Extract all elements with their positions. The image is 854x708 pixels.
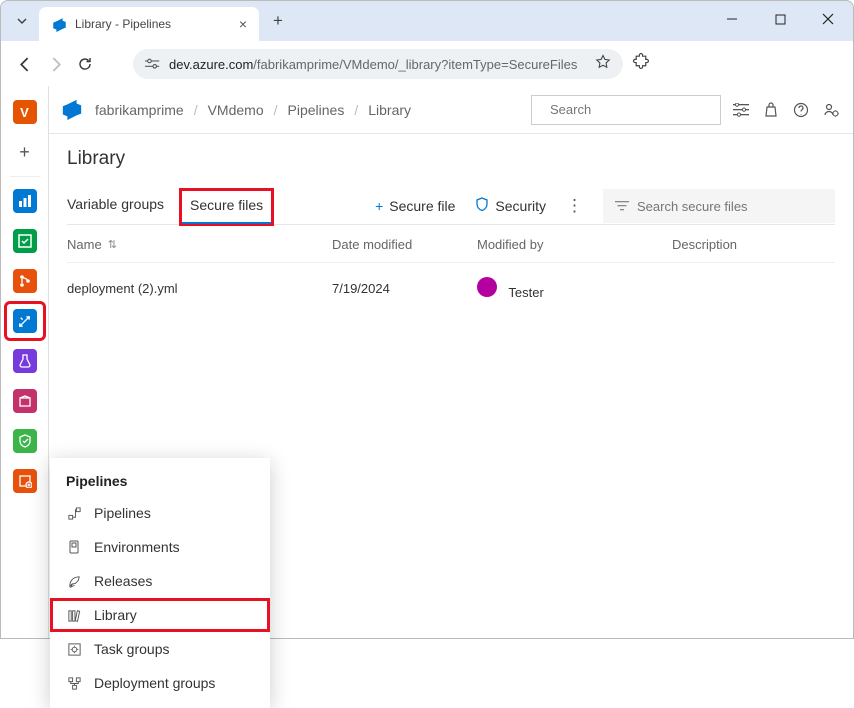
rail-artifacts[interactable] (6, 383, 44, 419)
tab-secure-files[interactable]: Secure files (182, 191, 271, 223)
tab-search-dropdown[interactable] (9, 6, 35, 36)
minimize-icon[interactable] (715, 5, 749, 33)
rail-new[interactable]: + (6, 134, 44, 170)
tab-title: Library - Pipelines (75, 17, 231, 31)
url-text: dev.azure.com/fabrikamprime/VMdemo/_libr… (169, 57, 587, 72)
environments-icon (66, 540, 82, 555)
azure-devops-favicon-icon (51, 16, 67, 32)
tab-close-icon[interactable]: × (239, 16, 247, 32)
bookmark-star-icon[interactable] (595, 54, 611, 75)
user-settings-icon[interactable] (821, 100, 841, 120)
flyout-item-task-groups[interactable]: Task groups (50, 632, 270, 666)
avatar (477, 277, 497, 297)
cell-name: deployment (2).yml (67, 281, 332, 296)
flyout-item-environments[interactable]: Environments (50, 530, 270, 564)
breadcrumb-page[interactable]: Library (368, 102, 411, 118)
site-settings-icon[interactable] (145, 57, 161, 71)
pipelines-icon (66, 506, 82, 521)
rail-overview[interactable] (6, 183, 44, 219)
flyout-item-pipelines[interactable]: Pipelines (50, 496, 270, 530)
browser-chrome: Library - Pipelines × + dev.azure.com/fa… (0, 0, 854, 86)
column-name[interactable]: Name ⇅ (67, 237, 332, 252)
azure-devops-logo-icon[interactable] (61, 98, 85, 122)
back-button[interactable] (15, 54, 35, 74)
add-secure-file-button[interactable]: + Secure file (375, 198, 455, 214)
flyout-item-library[interactable]: Library (50, 598, 270, 632)
flyout-item-releases[interactable]: Releases (50, 564, 270, 598)
help-icon[interactable] (791, 100, 811, 120)
tabs-row: Variable groups Secure files + Secure fi… (67, 188, 835, 225)
rail-extension[interactable] (6, 463, 44, 499)
deployment-groups-icon (66, 676, 82, 691)
table-row[interactable]: deployment (2).yml 7/19/2024 Tester (67, 263, 835, 314)
maximize-icon[interactable] (763, 5, 797, 33)
cell-modified-by: Tester (477, 277, 672, 300)
address-bar[interactable]: dev.azure.com/fabrikamprime/VMdemo/_libr… (133, 49, 623, 79)
security-button[interactable]: Security (475, 197, 546, 215)
rail-test-plans[interactable] (6, 343, 44, 379)
column-modified-by[interactable]: Modified by (477, 237, 672, 252)
left-navigation-rail: V + (1, 86, 49, 638)
column-date[interactable]: Date modified (332, 237, 477, 252)
task-groups-icon (66, 642, 82, 657)
rail-org[interactable]: V (6, 94, 44, 130)
new-tab-button[interactable]: + (263, 11, 293, 31)
rail-repos[interactable] (6, 263, 44, 299)
page-title: Library (67, 148, 835, 170)
cell-date: 7/19/2024 (332, 281, 477, 296)
global-search[interactable] (531, 95, 721, 125)
filter-settings-icon[interactable] (731, 100, 751, 120)
browser-tab[interactable]: Library - Pipelines × (39, 7, 259, 41)
filter-input[interactable] (637, 199, 823, 214)
shopping-bag-icon[interactable] (761, 100, 781, 120)
pipelines-flyout: Pipelines Pipelines Environments Release… (50, 458, 270, 708)
flyout-title: Pipelines (50, 466, 270, 496)
breadcrumb-area[interactable]: Pipelines (288, 102, 345, 118)
extensions-icon[interactable] (633, 53, 650, 75)
rail-boards[interactable] (6, 223, 44, 259)
filter-secure-files[interactable] (603, 189, 835, 223)
rail-pipelines[interactable] (6, 303, 44, 339)
close-icon[interactable] (811, 5, 845, 33)
breadcrumb-sep: / (194, 102, 198, 118)
flyout-item-deployment-groups[interactable]: Deployment groups (50, 666, 270, 700)
table-header: Name ⇅ Date modified Modified by Descrip… (67, 225, 835, 263)
breadcrumb-org[interactable]: fabrikamprime (95, 102, 184, 118)
filter-icon (615, 200, 629, 212)
forward-button[interactable] (45, 54, 65, 74)
sort-icon: ⇅ (108, 238, 117, 251)
column-description[interactable]: Description (672, 237, 835, 252)
more-actions-button[interactable]: ⋮ (566, 196, 583, 216)
releases-icon (66, 574, 82, 589)
global-search-input[interactable] (550, 102, 726, 117)
plus-icon: + (375, 198, 383, 214)
rail-compliance[interactable] (6, 423, 44, 459)
shield-icon (475, 197, 489, 215)
tab-variable-groups[interactable]: Variable groups (67, 188, 164, 224)
library-icon (66, 608, 82, 623)
reload-button[interactable] (75, 54, 95, 74)
breadcrumb-project[interactable]: VMdemo (208, 102, 264, 118)
app-header: fabrikamprime / VMdemo / Pipelines / Lib… (49, 86, 853, 134)
